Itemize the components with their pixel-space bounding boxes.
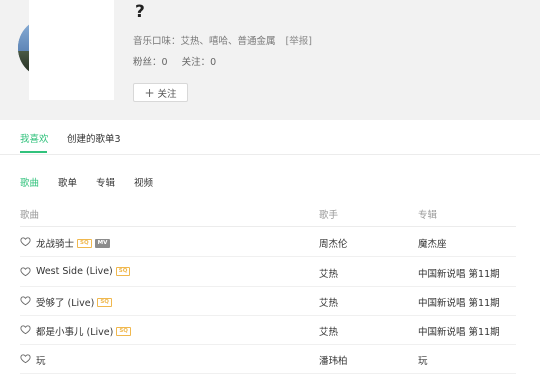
following-count[interactable]: 0 [210, 57, 216, 68]
singer-link[interactable]: 艾热 [319, 266, 338, 280]
music-taste-value: 艾热、嘻哈、普通金属 [180, 36, 276, 47]
song-name[interactable]: 龙战骑士 [36, 236, 74, 250]
main-tabs: 我喜欢 创建的歌单3 [0, 120, 540, 155]
music-taste: 音乐口味：艾热、嘻哈、普通金属 [举报] [133, 33, 312, 47]
song-cell: West Side (Live) SQ [36, 266, 131, 277]
plus-icon: + [144, 85, 155, 100]
table-header-divider [20, 226, 516, 227]
song-name[interactable]: 玩 [36, 353, 46, 367]
table-row: 龙战骑士 SQ MV 周杰伦 魔杰座 [20, 228, 516, 257]
album-link[interactable]: 中国新说唱 第11期 [418, 266, 500, 280]
subtab-songs[interactable]: 歌曲 [20, 175, 39, 189]
song-name[interactable]: West Side (Live) [36, 266, 113, 277]
song-name[interactable]: 受够了 (Live) [36, 295, 94, 309]
music-taste-label: 音乐口味： [133, 36, 181, 47]
heart-outline-icon[interactable] [20, 266, 31, 277]
album-link[interactable]: 中国新说唱 第11期 [418, 295, 500, 309]
user-stats: 粉丝：0 关注：0 [133, 54, 216, 68]
sq-badge: SQ [77, 238, 92, 248]
sq-badge: SQ [115, 267, 131, 276]
fans-label: 粉丝： [133, 57, 162, 68]
album-link[interactable]: 玩 [418, 353, 428, 367]
heart-outline-icon[interactable] [20, 353, 31, 364]
heart-outline-icon[interactable] [20, 236, 31, 247]
song-cell: 玩 [36, 353, 46, 367]
follow-button-label: 关注 [157, 88, 177, 100]
album-link[interactable]: 魔杰座 [418, 236, 447, 250]
table-row: 受够了 (Live) SQ 艾热 中国新说唱 第11期 [20, 287, 516, 316]
profile-header: ? 音乐口味：艾热、嘻哈、普通金属 [举报] 粉丝：0 关注：0 + 关注 [0, 0, 540, 120]
user-nickname: ? [135, 2, 145, 22]
column-header-singer: 歌手 [319, 210, 339, 221]
mv-badge[interactable]: MV [94, 238, 111, 248]
subtab-albums[interactable]: 专辑 [96, 175, 115, 189]
song-cell: 受够了 (Live) SQ [36, 295, 112, 309]
sq-badge: SQ [97, 297, 112, 307]
following-label: 关注： [181, 57, 211, 68]
column-header-album: 专辑 [418, 210, 438, 221]
active-tab-indicator [20, 151, 47, 153]
sq-badge: SQ [116, 326, 131, 336]
song-name[interactable]: 都是小事儿 (Live) [36, 324, 113, 338]
fans-count[interactable]: 0 [162, 57, 168, 68]
follow-button[interactable]: + 关注 [133, 83, 188, 102]
table-row: West Side (Live) SQ 艾热 中国新说唱 第11期 [20, 258, 516, 287]
song-cell: 龙战骑士 SQ MV [36, 236, 111, 250]
report-link[interactable]: [举报] [286, 36, 312, 47]
column-header-song: 歌曲 [20, 210, 40, 221]
heart-outline-icon[interactable] [20, 324, 31, 335]
table-row: 都是小事儿 (Live) SQ 艾热 中国新说唱 第11期 [20, 316, 516, 345]
album-link[interactable]: 中国新说唱 第11期 [418, 324, 500, 338]
subtab-videos[interactable]: 视频 [134, 175, 153, 189]
subtab-playlists[interactable]: 歌单 [58, 175, 77, 189]
song-cell: 都是小事儿 (Live) SQ [36, 324, 131, 338]
singer-link[interactable]: 艾热 [319, 295, 338, 309]
singer-link[interactable]: 周杰伦 [319, 236, 348, 250]
singer-link[interactable]: 艾热 [319, 324, 338, 338]
avatar[interactable] [29, 0, 114, 100]
tab-created-playlists[interactable]: 创建的歌单3 [67, 131, 121, 145]
tab-liked[interactable]: 我喜欢 [20, 131, 49, 145]
heart-outline-icon[interactable] [20, 295, 31, 306]
singer-link[interactable]: 潘玮柏 [319, 353, 348, 367]
